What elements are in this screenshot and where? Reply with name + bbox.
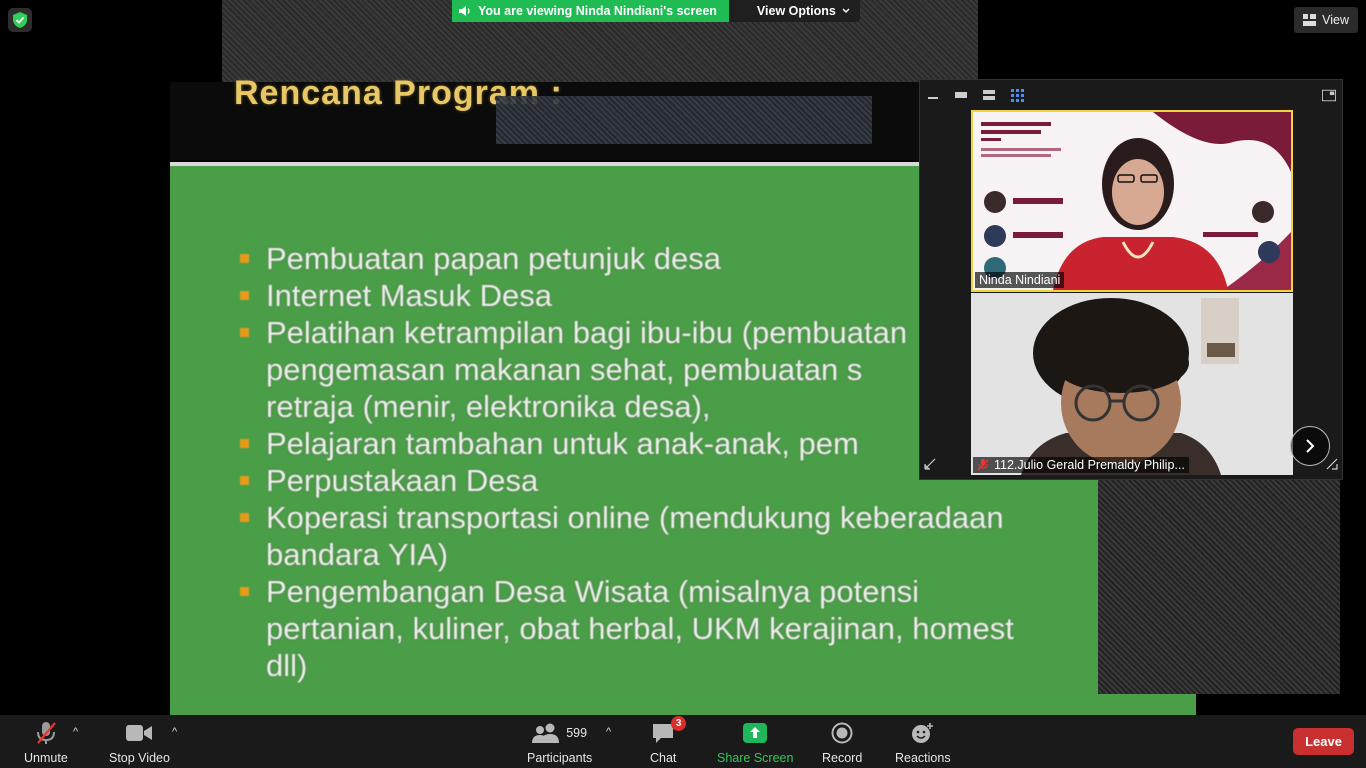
chevron-right-icon <box>1306 439 1315 453</box>
share-screen-icon <box>743 723 768 743</box>
participants-count: 599 <box>566 726 588 740</box>
reactions-smiley-icon <box>911 723 933 743</box>
view-options-label: View Options <box>756 4 836 18</box>
participants-icon <box>532 723 560 743</box>
viewing-banner: You are viewing Ninda Nindiani's screen … <box>452 0 860 22</box>
next-page-button[interactable] <box>1290 426 1330 466</box>
video-tile-active-speaker[interactable]: Ninda Nindiani <box>971 110 1293 292</box>
view-button[interactable]: View <box>1294 7 1358 33</box>
security-shield-icon[interactable] <box>8 8 32 32</box>
slide-title-blur <box>496 96 872 144</box>
slide-bullet: Pengembangan Desa Wisata (misalnya poten… <box>236 573 1116 684</box>
reactions-button[interactable]: Reactions <box>895 721 951 765</box>
minimize-icon[interactable] <box>926 88 940 102</box>
grid-view-icon <box>1303 14 1317 26</box>
video-gallery-panel: Ninda Nindiani 112.Julio Gerald Premaldy… <box>919 79 1343 480</box>
participant-video <box>973 112 1291 290</box>
speaker-view-icon[interactable] <box>982 88 996 102</box>
unmute-button[interactable]: Unmute <box>24 721 68 765</box>
viewing-text: You are viewing Ninda Nindiani's screen <box>478 4 717 18</box>
share-screen-button[interactable]: Share Screen <box>717 721 793 765</box>
resize-handle-icon[interactable] <box>924 457 936 475</box>
muted-microphone-icon <box>36 722 56 744</box>
reactions-label: Reactions <box>895 751 951 765</box>
video-tile[interactable]: 112.Julio Gerald Premaldy Philip... <box>971 293 1293 475</box>
hide-video-icon[interactable] <box>954 88 968 102</box>
participant-name: 112.Julio Gerald Premaldy Philip... <box>994 458 1185 472</box>
participants-options-caret-icon[interactable]: ^ <box>606 726 611 738</box>
participants-label: Participants <box>527 751 593 765</box>
record-label: Record <box>822 751 863 765</box>
pop-out-icon[interactable] <box>1322 88 1336 102</box>
chat-button[interactable]: 3 Chat <box>650 716 687 765</box>
participant-video <box>971 293 1293 475</box>
resize-handle-icon[interactable] <box>1326 457 1338 475</box>
muted-microphone-icon <box>977 459 989 471</box>
chat-label: Chat <box>650 751 677 765</box>
leave-button[interactable]: Leave <box>1293 728 1354 755</box>
video-options-caret-icon[interactable]: ^ <box>172 726 177 738</box>
speaker-icon <box>459 6 470 16</box>
stop-video-label: Stop Video <box>109 751 170 765</box>
gallery-toolbar <box>920 80 1342 110</box>
participant-name-tag: Ninda Nindiani <box>975 272 1065 288</box>
chat-unread-badge: 3 <box>671 716 687 731</box>
stop-video-button[interactable]: Stop Video <box>109 721 170 765</box>
unmute-label: Unmute <box>24 751 68 765</box>
meeting-toolbar: Unmute ^ Stop Video ^ 599 Participants ^… <box>0 715 1366 768</box>
share-screen-label: Share Screen <box>717 751 794 765</box>
view-options-button[interactable]: View Options <box>728 0 860 22</box>
participant-name: Ninda Nindiani <box>979 273 1061 287</box>
record-button[interactable]: Record <box>822 721 862 765</box>
shared-screen: Rencana Program : Pembuatan papan petunj… <box>0 0 1366 715</box>
video-camera-icon <box>126 725 153 741</box>
participants-button[interactable]: 599 Participants <box>527 721 592 765</box>
viewing-status: You are viewing Ninda Nindiani's screen <box>452 0 729 22</box>
slide-bullet: Koperasi transportasi online (mendukung … <box>236 499 1116 573</box>
participant-name-tag: 112.Julio Gerald Premaldy Philip... <box>973 457 1189 473</box>
view-button-label: View <box>1322 13 1349 27</box>
gallery-view-icon[interactable] <box>1010 88 1024 102</box>
slide-blur-pattern <box>1098 476 1340 694</box>
audio-options-caret-icon[interactable]: ^ <box>73 726 78 738</box>
record-icon <box>831 722 853 744</box>
chevron-down-icon <box>842 8 850 14</box>
